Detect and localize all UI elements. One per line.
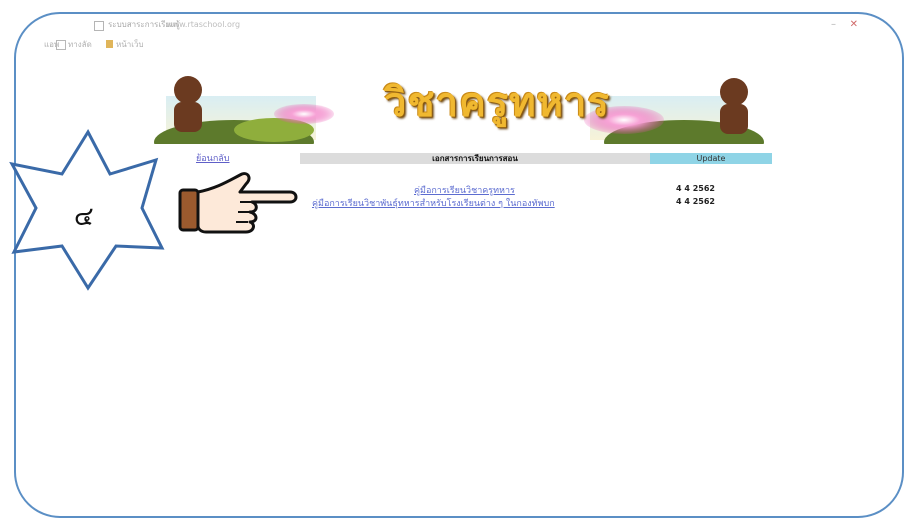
page-icon <box>94 21 104 31</box>
document-date: 4 4 2562 <box>676 197 715 206</box>
address-bar[interactable]: www.rtaschool.org <box>166 14 240 36</box>
browser-title-bar: ระบบสาระการเรียนรู้ www.rtaschool.org – … <box>16 14 902 36</box>
document-link[interactable]: คู่มือการเรียนวิชาครูทหาร <box>414 183 515 197</box>
bookmark-folder-icon <box>106 40 113 48</box>
site-banner: วิชาครูทหาร <box>154 60 774 144</box>
header-bar: เอกสารการเรียนการสอน <box>300 153 650 164</box>
bookmark-item[interactable]: หน้าเว็บ <box>116 36 144 54</box>
document-link[interactable]: คู่มือการเรียนวิชาพันธุ์ทหารสำหรับโรงเรี… <box>312 196 555 210</box>
bookmark-item[interactable]: ทางลัด <box>68 36 92 54</box>
update-label: Update <box>696 154 726 163</box>
close-icon[interactable]: ✕ <box>850 14 858 36</box>
document-list-title: เอกสารการเรียนการสอน <box>432 154 518 163</box>
bookmarks-bar: แอพ ทางลัด หน้าเว็บ <box>16 36 902 54</box>
bookmark-folder-icon <box>56 40 66 50</box>
document-table-header: ย้อนกลับ เอกสารการเรียนการสอน Update <box>154 151 774 165</box>
banner-title: วิชาครูทหาร <box>384 79 610 126</box>
minimize-icon[interactable]: – <box>831 14 836 36</box>
update-column-header: Update <box>650 153 772 164</box>
step-number: ๔ <box>74 202 94 232</box>
pointing-hand-icon <box>178 172 298 234</box>
document-date: 4 4 2562 <box>676 184 715 193</box>
back-link[interactable]: ย้อนกลับ <box>196 151 230 165</box>
